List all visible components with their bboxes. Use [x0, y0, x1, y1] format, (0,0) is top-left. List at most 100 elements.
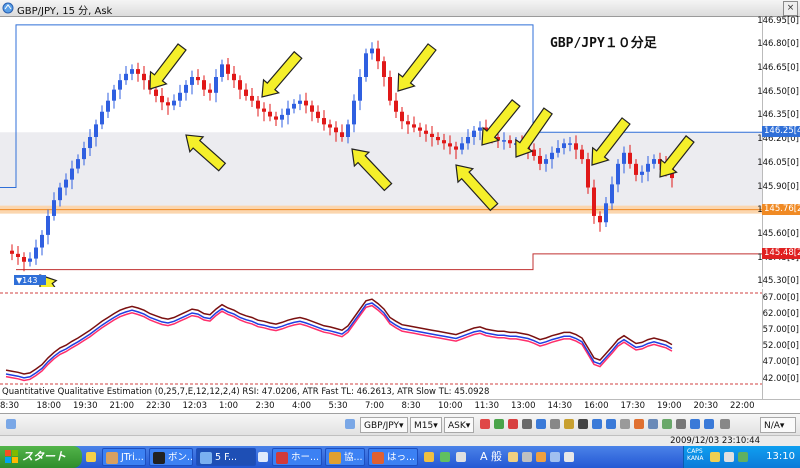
task-label: ボン...	[168, 452, 193, 463]
ime-tool-icon-4[interactable]	[550, 452, 560, 462]
time-tick-label: 13:00	[511, 401, 536, 411]
candle-icon[interactable]	[508, 419, 518, 429]
zoom-out-icon[interactable]	[606, 419, 616, 429]
close-button[interactable]: ×	[783, 1, 798, 16]
candle-body	[232, 73, 236, 81]
fibonacci-icon[interactable]	[564, 419, 574, 429]
candle-body	[376, 48, 380, 62]
candle-body	[406, 121, 410, 125]
quicklaunch-icon-c[interactable]	[456, 452, 466, 462]
task-app-icon	[153, 452, 165, 464]
candle-body	[652, 159, 656, 164]
candle-body	[598, 215, 602, 223]
time-tick-label: 5:30	[328, 401, 348, 411]
zoom-in-icon[interactable]	[592, 419, 602, 429]
expand-icon[interactable]	[720, 419, 730, 429]
task-app-icon	[329, 452, 341, 464]
tray-icon-1[interactable]	[710, 452, 720, 462]
candle-body	[430, 133, 434, 137]
indicator-axis[interactable]: 67.00[0] 62.00[0] 57.00[0] 52.00[0] 47.00[0]…	[762, 289, 800, 399]
ime-tool-icon-5[interactable]	[564, 452, 574, 462]
template-icon[interactable]	[662, 419, 672, 429]
candle-body	[292, 103, 296, 109]
candle-body	[22, 257, 26, 262]
grid-icon[interactable]	[620, 419, 630, 429]
side-value: ASK	[448, 421, 466, 431]
quicklaunch-icon-b[interactable]	[440, 452, 450, 462]
caps-label: CAPS	[687, 448, 703, 455]
candle-body	[196, 77, 200, 81]
timeframe-value: M15	[414, 421, 434, 431]
candle-body	[262, 108, 266, 112]
candle-body	[64, 179, 68, 188]
print-icon[interactable]	[676, 419, 686, 429]
candle-body	[16, 253, 20, 257]
candle-body	[244, 89, 248, 96]
time-tick-label: 8:30	[0, 401, 20, 411]
autoscroll-icon[interactable]	[704, 419, 714, 429]
ime-indicator[interactable]: A 般	[480, 448, 502, 464]
price-level-tag: 146.25[4	[762, 126, 800, 138]
candle-body	[622, 152, 626, 164]
candle-body	[580, 149, 584, 160]
candle-body	[346, 124, 350, 137]
candle-body	[616, 163, 620, 185]
time-axis[interactable]: 8:30 18:00 19:30 21:00 22:30 12:03 1:00 2:30 4:0…	[0, 399, 800, 414]
candle-body	[100, 111, 104, 125]
candle-body	[394, 100, 398, 112]
windows-logo-icon	[5, 450, 18, 463]
settings-icon[interactable]	[648, 419, 658, 429]
candle-body	[208, 89, 212, 93]
quicklaunch-icon-a[interactable]	[424, 452, 434, 462]
taskbar: スタート JTri... ボン... 5 F... ホー... 協... はっ.…	[0, 446, 800, 468]
ime-tool-icon-3[interactable]	[536, 452, 546, 462]
period-icon[interactable]	[634, 419, 644, 429]
candle-body	[604, 203, 608, 223]
chart-title: GBP/JPY１０分足	[550, 35, 658, 51]
tray-icon-3[interactable]	[738, 452, 748, 462]
candle-body	[304, 100, 308, 106]
zoom-value: N/A	[764, 421, 780, 431]
zoom-select[interactable]: N/A▾	[760, 417, 796, 433]
scroll-right-icon[interactable]	[345, 419, 355, 429]
time-tick-label: 2:30	[255, 401, 275, 411]
text-icon[interactable]	[578, 419, 588, 429]
tray-clock: 13:10	[766, 451, 795, 462]
scroll-left-icon[interactable]	[6, 419, 16, 429]
task-button-3[interactable]: ホー...	[272, 448, 322, 466]
kana-label: KANA	[687, 455, 704, 462]
price-axis[interactable]: 146.95[0] 146.80[0] 146.65[0] 146.50[0] 146.…	[757, 16, 800, 287]
task-button-4[interactable]: 協...	[325, 448, 365, 466]
task-button-5[interactable]: はっ...	[368, 448, 418, 466]
bar-icon[interactable]	[522, 419, 532, 429]
shift-icon[interactable]	[690, 419, 700, 429]
side-select[interactable]: ASK▾	[444, 417, 474, 433]
symbol-select[interactable]: GBP/JPY▾	[360, 417, 408, 433]
indicator-tick-label: 42.00[0]	[762, 373, 799, 384]
ime-tool-icon-2[interactable]	[522, 452, 532, 462]
candle-body	[610, 184, 614, 204]
price-tick-label: 146.05[0]	[757, 157, 799, 168]
indicator-icon[interactable]	[494, 419, 504, 429]
price-chart[interactable]: GBP/JPY１０分足 ▼143	[0, 17, 762, 287]
candle-body	[154, 89, 158, 96]
ime-tool-icon-1[interactable]	[508, 452, 518, 462]
start-label: スタート	[22, 450, 66, 463]
task-label: はっ...	[387, 452, 416, 463]
time-tick-label: 21:00	[109, 401, 135, 411]
indicator-chart[interactable]	[0, 289, 762, 386]
tray-icon-2[interactable]	[724, 452, 734, 462]
candle-body	[202, 80, 206, 90]
quicklaunch-folder-icon[interactable]	[86, 452, 96, 462]
line-icon[interactable]	[536, 419, 546, 429]
draw-line-icon[interactable]	[550, 419, 560, 429]
candle-body	[340, 132, 344, 137]
timeframe-select[interactable]: M15▾	[410, 417, 442, 433]
task-button-2[interactable]: 5 F...	[196, 448, 256, 466]
crosshair-icon[interactable]	[480, 419, 490, 429]
task-label: ホー...	[291, 452, 320, 463]
start-button[interactable]: スタート	[0, 446, 82, 468]
task-button-0[interactable]: JTri...	[102, 448, 146, 466]
task-menu-icon[interactable]	[258, 452, 268, 462]
task-button-1[interactable]: ボン...	[149, 448, 193, 466]
